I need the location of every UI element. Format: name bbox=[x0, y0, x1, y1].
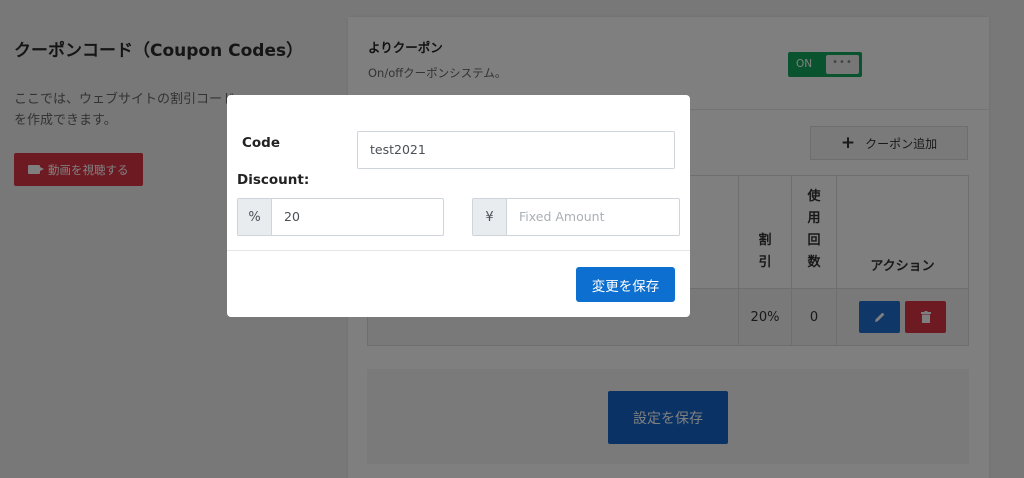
yen-addon: ¥ bbox=[473, 199, 507, 235]
fixed-discount-group: ¥ Fixed Amount bbox=[472, 198, 680, 236]
percent-discount-group: % 20 bbox=[237, 198, 444, 236]
percent-discount-input[interactable]: 20 bbox=[272, 199, 443, 235]
discount-label: Discount: bbox=[237, 172, 310, 188]
percent-addon: % bbox=[238, 199, 272, 235]
save-changes-button[interactable]: 変更を保存 bbox=[576, 267, 675, 302]
code-label: Code bbox=[242, 135, 281, 151]
edit-coupon-modal: Code test2021 Discount: % 20 ¥ Fixed Amo… bbox=[227, 95, 690, 317]
fixed-amount-input[interactable]: Fixed Amount bbox=[507, 199, 679, 235]
modal-divider bbox=[227, 250, 690, 251]
coupon-code-input[interactable]: test2021 bbox=[357, 131, 675, 169]
